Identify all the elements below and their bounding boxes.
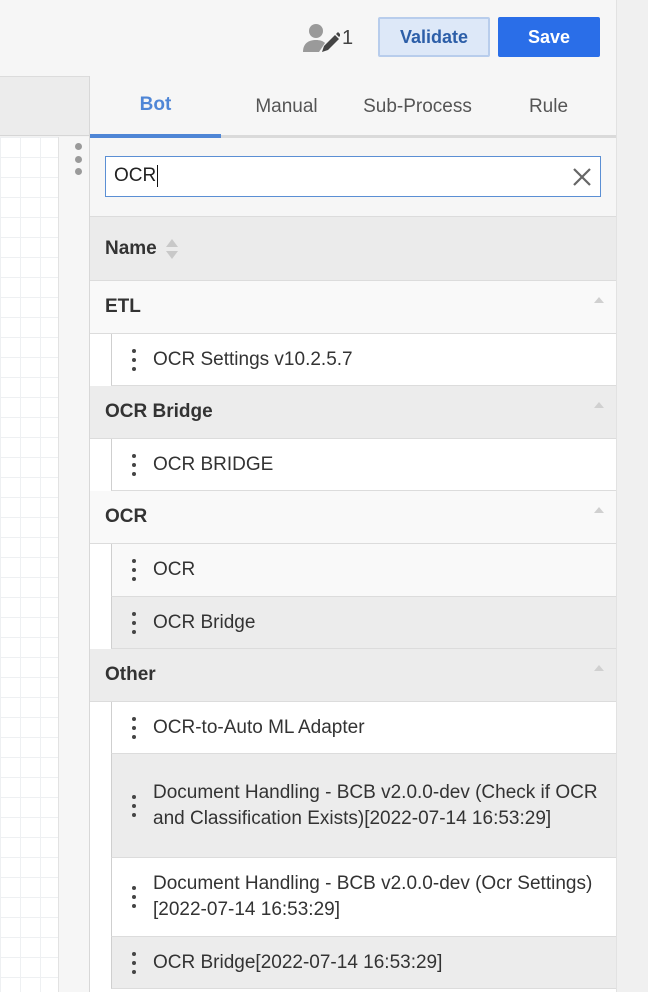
panel-menu-icon[interactable] [73, 143, 83, 175]
item-menu-icon[interactable] [131, 716, 137, 739]
group-row-etl[interactable]: ETL [90, 281, 616, 334]
list-item-label: Document Handling - BCB v2.0.0-dev (Chec… [153, 781, 598, 829]
item-menu-icon[interactable] [131, 886, 137, 908]
item-menu-icon[interactable] [131, 794, 137, 817]
component-tabs: Bot Manual Sub-Process Rule [90, 76, 616, 138]
collapse-icon[interactable] [593, 401, 605, 409]
collapse-icon[interactable] [593, 664, 605, 672]
text-caret [157, 165, 159, 187]
collapse-icon[interactable] [593, 506, 605, 514]
editors-presence[interactable]: 1 [302, 22, 362, 54]
group-row-other[interactable]: Other [90, 649, 616, 702]
list-item-label: OCR-to-Auto ML Adapter [153, 716, 365, 738]
bot-list: ETL OCR Settings v10.2.5.7 OCR Bridge OC… [90, 281, 616, 989]
sort-icon[interactable] [165, 237, 179, 261]
list-item[interactable]: OCR BRIDGE [111, 439, 616, 491]
search-area: OCR [90, 138, 616, 217]
search-input-value: OCR [114, 165, 157, 186]
item-menu-icon[interactable] [131, 611, 137, 634]
group-label: ETL [105, 296, 141, 317]
list-item-label: OCR Bridge [153, 611, 256, 633]
list-item-label: OCR Settings v10.2.5.7 [153, 348, 353, 370]
group-label: Other [105, 664, 156, 685]
tab-bot[interactable]: Bot [90, 76, 221, 138]
group-label: OCR Bridge [105, 401, 213, 422]
list-item[interactable]: Document Handling - BCB v2.0.0-dev (Ocr … [111, 858, 616, 937]
component-panel: Bot Manual Sub-Process Rule OCR Name ETL [89, 76, 616, 992]
save-button[interactable]: Save [498, 17, 600, 57]
list-item-label: OCR BRIDGE [153, 453, 274, 475]
list-item[interactable]: OCR Bridge [111, 597, 616, 649]
editors-count: 1 [342, 26, 354, 49]
tab-sub-process[interactable]: Sub-Process [352, 76, 483, 138]
list-item[interactable]: OCR [111, 544, 616, 597]
item-menu-icon[interactable] [131, 951, 137, 974]
collapse-icon[interactable] [593, 296, 605, 304]
panel-resize-gutter[interactable] [58, 137, 90, 992]
close-icon[interactable] [570, 165, 594, 189]
group-label: OCR [105, 506, 148, 527]
right-scroll-strip [616, 0, 648, 992]
item-menu-icon[interactable] [131, 348, 137, 371]
item-menu-icon[interactable] [131, 453, 137, 476]
list-item[interactable]: OCR Bridge[2022-07-14 16:53:29] [111, 937, 616, 989]
list-item[interactable]: Document Handling - BCB v2.0.0-dev (Chec… [111, 754, 616, 858]
list-item-label: Document Handling - BCB v2.0.0-dev (Ocr … [153, 873, 593, 920]
list-item[interactable]: OCR-to-Auto ML Adapter [111, 702, 616, 754]
group-row-ocr[interactable]: OCR [90, 491, 616, 544]
tab-manual[interactable]: Manual [221, 76, 352, 138]
tab-rule[interactable]: Rule [483, 76, 614, 138]
top-toolbar: 1 Validate Save [0, 0, 616, 76]
user-edit-icon [303, 24, 340, 52]
group-row-ocr-bridge[interactable]: OCR Bridge [90, 386, 616, 439]
column-header-label: Name [105, 237, 157, 259]
item-menu-icon[interactable] [131, 559, 137, 581]
list-item-label: OCR [153, 559, 196, 580]
name-column-header[interactable]: Name [90, 217, 616, 281]
search-box: OCR [105, 156, 601, 197]
validate-button[interactable]: Validate [378, 17, 490, 57]
workflow-canvas[interactable] [0, 137, 58, 992]
search-input[interactable]: OCR [114, 161, 554, 191]
list-item[interactable]: OCR Settings v10.2.5.7 [111, 334, 616, 386]
canvas-header [0, 76, 90, 136]
list-item-label: OCR Bridge[2022-07-14 16:53:29] [153, 951, 443, 973]
